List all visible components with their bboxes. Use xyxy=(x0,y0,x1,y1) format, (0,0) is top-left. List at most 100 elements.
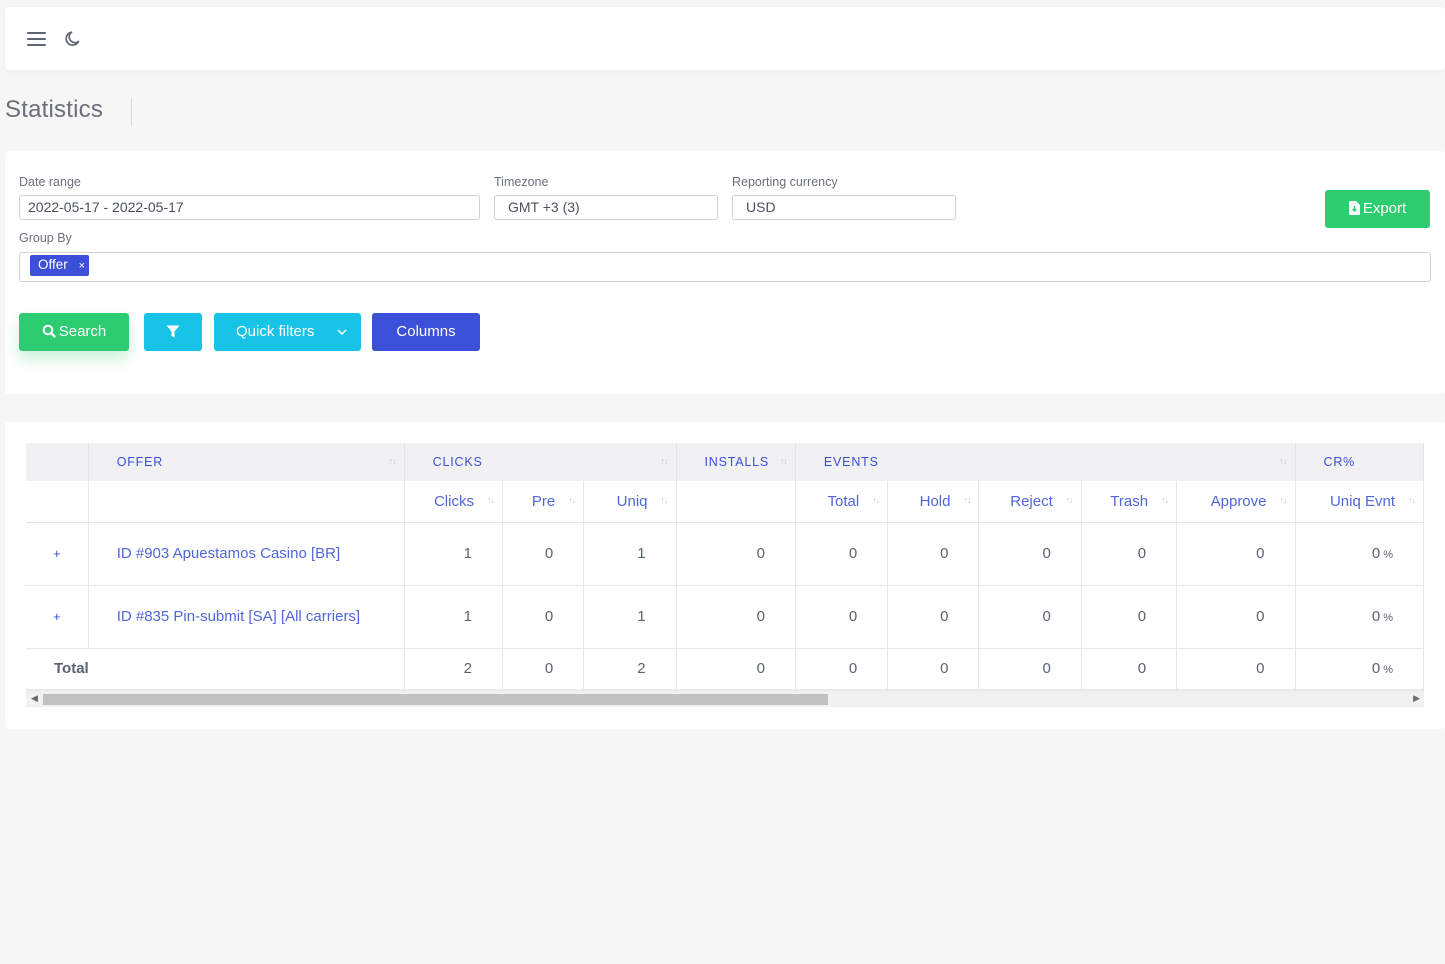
group-by-label: Group By xyxy=(19,231,72,245)
sort-icon[interactable]: ↑↓ xyxy=(568,495,576,505)
reject-cell: 0 xyxy=(978,522,1082,586)
sort-icon[interactable]: ↑↓ xyxy=(1280,495,1288,505)
currency-label: Reporting currency xyxy=(732,175,838,189)
search-button[interactable]: Search xyxy=(19,313,129,351)
sort-icon[interactable]: ↑↓ xyxy=(661,456,669,466)
pre-cell: 0 xyxy=(502,585,585,649)
group-by-tag-offer: Offer × xyxy=(30,255,89,276)
scroll-right-arrow-icon[interactable]: ▶ xyxy=(1413,693,1420,704)
hold-cell: 0 xyxy=(887,585,980,649)
hold-total-cell: 0 xyxy=(887,648,980,690)
subheader-total[interactable]: Total ↑↓ xyxy=(795,481,889,523)
sort-icon[interactable]: ↑↓ xyxy=(487,495,495,505)
subheader-reject[interactable]: Reject ↑↓ xyxy=(978,481,1082,523)
installs-cell: 0 xyxy=(676,522,796,586)
sort-icon[interactable]: ↑↓ xyxy=(1280,456,1288,466)
file-export-icon xyxy=(1348,201,1360,215)
sort-icon[interactable]: ↑↓ xyxy=(1408,495,1416,505)
clicks-cell: 1 xyxy=(404,585,503,649)
totals-row: Total 2 0 2 0 0 0 0 0 0 0% xyxy=(26,648,1424,690)
search-icon xyxy=(42,324,56,338)
offer-link[interactable]: ID #903 Apuestamos Casino [BR] xyxy=(117,545,340,562)
clicks-cell: 1 xyxy=(404,522,503,586)
events-total-cell: 0 xyxy=(795,522,889,586)
hamburger-menu-icon[interactable] xyxy=(27,31,47,47)
subheader-approve[interactable]: Approve ↑↓ xyxy=(1176,481,1296,523)
columns-button[interactable]: Columns xyxy=(372,313,480,351)
funnel-icon xyxy=(166,325,180,338)
uniq-cell: 1 xyxy=(583,585,677,649)
sort-icon[interactable]: ↑↓ xyxy=(780,456,788,466)
date-range-label: Date range xyxy=(19,175,81,189)
expand-column-header xyxy=(26,443,89,481)
expand-row-button[interactable]: + xyxy=(26,522,89,586)
export-button[interactable]: Export xyxy=(1325,190,1430,228)
clicks-total-cell: 2 xyxy=(404,648,503,690)
sort-icon[interactable]: ↑↓ xyxy=(872,495,880,505)
offer-link[interactable]: ID #835 Pin-submit [SA] [All carriers] xyxy=(117,608,360,625)
sort-icon[interactable]: ↑↓ xyxy=(661,495,669,505)
sort-icon[interactable]: ↑↓ xyxy=(389,456,397,466)
sort-icon[interactable]: ↑↓ xyxy=(1161,495,1169,505)
subheader-uniq[interactable]: Uniq ↑↓ xyxy=(583,481,677,523)
statistics-table-panel: OFFER ↑↓ CLICKS ↑↓ INSTALLS ↑↓ EVENTS ↑↓ CR%… xyxy=(5,422,1445,729)
installs-cell: 0 xyxy=(676,585,796,649)
table-scroll-area: OFFER ↑↓ CLICKS ↑↓ INSTALLS ↑↓ EVENTS ↑↓ CR%… xyxy=(26,443,1424,708)
moon-icon[interactable] xyxy=(63,29,83,49)
installs-total-cell: 0 xyxy=(676,648,796,690)
horizontal-scrollbar[interactable]: ◀ ▶ xyxy=(26,690,1424,707)
subheader-empty xyxy=(676,481,796,523)
cr-cell: 0% xyxy=(1295,585,1424,649)
statistics-table: OFFER ↑↓ CLICKS ↑↓ INSTALLS ↑↓ EVENTS ↑↓ CR%… xyxy=(26,443,1424,690)
group-by-input[interactable]: Offer × xyxy=(19,252,1431,282)
reject-cell: 0 xyxy=(978,585,1082,649)
scrollbar-thumb[interactable] xyxy=(43,694,828,705)
trash-cell: 0 xyxy=(1081,522,1178,586)
trash-cell: 0 xyxy=(1081,585,1178,649)
currency-select[interactable]: USD xyxy=(732,195,956,220)
uniq-total-cell: 2 xyxy=(583,648,677,690)
expand-row-button[interactable]: + xyxy=(26,585,89,649)
group-header-installs[interactable]: INSTALLS ↑↓ xyxy=(676,443,796,481)
title-divider xyxy=(131,98,132,126)
timezone-select[interactable]: GMT +3 (3) xyxy=(494,195,718,220)
group-header-offer[interactable]: OFFER ↑↓ xyxy=(88,443,405,481)
group-header-clicks[interactable]: CLICKS ↑↓ xyxy=(404,443,677,481)
reject-total-cell: 0 xyxy=(978,648,1082,690)
top-navbar xyxy=(5,7,1445,70)
filter-panel: Date range 2022-05-17 - 2022-05-17 Timez… xyxy=(5,151,1445,394)
group-header-events[interactable]: EVENTS ↑↓ xyxy=(795,443,1296,481)
subheader-pre[interactable]: Pre ↑↓ xyxy=(502,481,585,523)
trash-total-cell: 0 xyxy=(1081,648,1178,690)
date-range-input[interactable]: 2022-05-17 - 2022-05-17 xyxy=(19,195,480,220)
scroll-left-arrow-icon[interactable]: ◀ xyxy=(31,693,38,704)
approve-total-cell: 0 xyxy=(1176,648,1296,690)
quick-filters-dropdown[interactable]: Quick filters xyxy=(214,313,361,351)
subheader-hold[interactable]: Hold ↑↓ xyxy=(887,481,980,523)
pre-cell: 0 xyxy=(502,522,585,586)
cr-cell: 0% xyxy=(1295,522,1424,586)
uniq-cell: 1 xyxy=(583,522,677,586)
filter-button[interactable] xyxy=(144,313,202,351)
total-label: Total xyxy=(26,648,405,690)
subheader-clicks[interactable]: Clicks ↑↓ xyxy=(404,481,503,523)
events-total-total-cell: 0 xyxy=(795,648,889,690)
group-header-cr[interactable]: CR% xyxy=(1295,443,1424,481)
subheader-uniq-evnt[interactable]: Uniq Evnt ↑↓ xyxy=(1295,481,1424,523)
chevron-down-icon xyxy=(337,329,347,336)
offer-cell: ID #903 Apuestamos Casino [BR] xyxy=(88,522,405,586)
remove-tag-icon[interactable]: × xyxy=(79,260,85,272)
approve-cell: 0 xyxy=(1176,522,1296,586)
cr-total-cell: 0% xyxy=(1295,648,1424,690)
tag-label: Offer xyxy=(38,257,68,272)
table-row: + ID #903 Apuestamos Casino [BR] 1 0 1 0… xyxy=(26,522,1424,586)
pre-total-cell: 0 xyxy=(502,648,585,690)
table-row: + ID #835 Pin-submit [SA] [All carriers]… xyxy=(26,585,1424,649)
events-total-cell: 0 xyxy=(795,585,889,649)
timezone-label: Timezone xyxy=(494,175,549,189)
subheader-trash[interactable]: Trash ↑↓ xyxy=(1081,481,1178,523)
sort-icon[interactable]: ↑↓ xyxy=(963,495,971,505)
search-label: Search xyxy=(58,323,107,340)
sort-icon[interactable]: ↑↓ xyxy=(1066,495,1074,505)
page-title: Statistics xyxy=(5,96,104,123)
